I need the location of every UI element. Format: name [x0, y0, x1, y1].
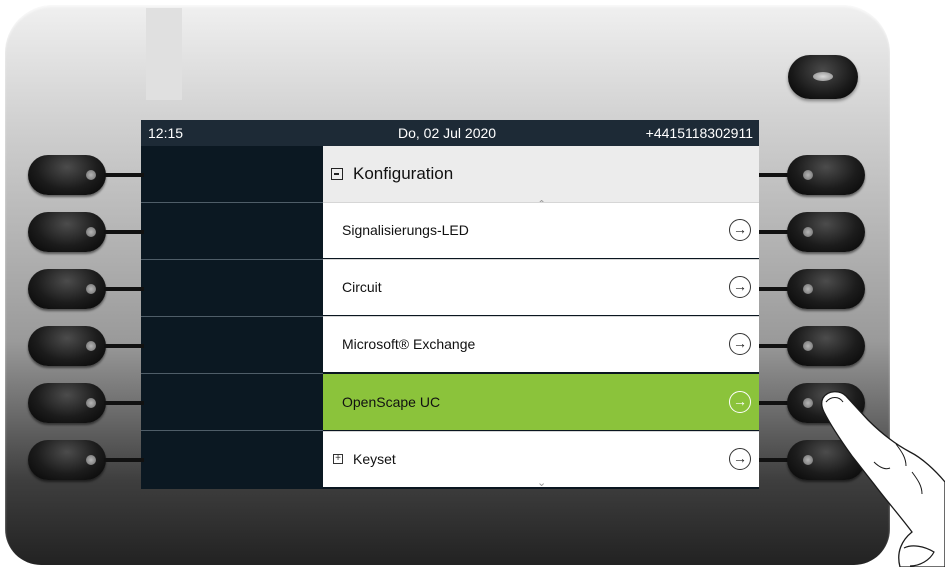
arrow-right-icon: →: [729, 333, 751, 355]
menu-item-label: Microsoft® Exchange: [342, 336, 476, 352]
right-softkey-5[interactable]: [759, 383, 877, 423]
left-softkey-4[interactable]: [28, 326, 146, 366]
left-divider: [141, 373, 323, 374]
status-time: 12:15: [148, 125, 184, 141]
left-softkey-6[interactable]: [28, 440, 146, 480]
status-phone-number: +4415118302911: [645, 125, 753, 141]
arrow-right-icon: →: [729, 276, 751, 298]
expand-plus-icon: +: [333, 454, 343, 464]
left-divider: [141, 316, 323, 317]
menu-item-microsoft-exchange[interactable]: Microsoft® Exchange →: [323, 316, 759, 372]
display-screen: 12:15 Do, 02 Jul 2020 +4415118302911 Kon…: [141, 120, 759, 489]
menu-item-label: Circuit: [342, 279, 382, 295]
right-softkey-4[interactable]: [759, 326, 877, 366]
menu-header: Konfiguration: [323, 146, 759, 202]
right-softkey-2[interactable]: [759, 212, 877, 252]
left-softkey-5[interactable]: [28, 383, 146, 423]
menu-item-circuit[interactable]: Circuit →: [323, 259, 759, 315]
scroll-down-icon: ⌄: [537, 477, 547, 489]
menu-item-label: OpenScape UC: [342, 394, 441, 410]
arrow-right-icon: →: [729, 219, 751, 241]
right-softkey-1[interactable]: [759, 155, 877, 195]
menu-item-label: Keyset: [353, 451, 396, 467]
led-key[interactable]: [788, 55, 858, 99]
led-indicator-icon: [813, 72, 833, 81]
right-softkey-6[interactable]: [759, 440, 877, 480]
arrow-right-icon: →: [729, 448, 751, 470]
left-divider: [141, 202, 323, 203]
right-softkey-3[interactable]: [759, 269, 877, 309]
menu-item-label: Signalisierungs-LED: [342, 222, 469, 238]
left-divider: [141, 259, 323, 260]
status-bar: 12:15 Do, 02 Jul 2020 +4415118302911: [141, 120, 759, 146]
arrow-right-icon: →: [729, 391, 751, 413]
left-softkey-1[interactable]: [28, 155, 146, 195]
status-date: Do, 02 Jul 2020: [398, 125, 497, 141]
left-softkey-labels: [141, 146, 323, 489]
menu-item-openscape-uc[interactable]: OpenScape UC →: [323, 374, 759, 430]
device-label-tab: [146, 8, 182, 100]
menu-item-signalisierungs-led[interactable]: Signalisierungs-LED →: [323, 202, 759, 258]
left-divider: [141, 430, 323, 431]
left-softkey-2[interactable]: [28, 212, 146, 252]
menu-title: Konfiguration: [353, 164, 454, 183]
left-softkey-3[interactable]: [28, 269, 146, 309]
collapse-icon[interactable]: [331, 168, 343, 180]
